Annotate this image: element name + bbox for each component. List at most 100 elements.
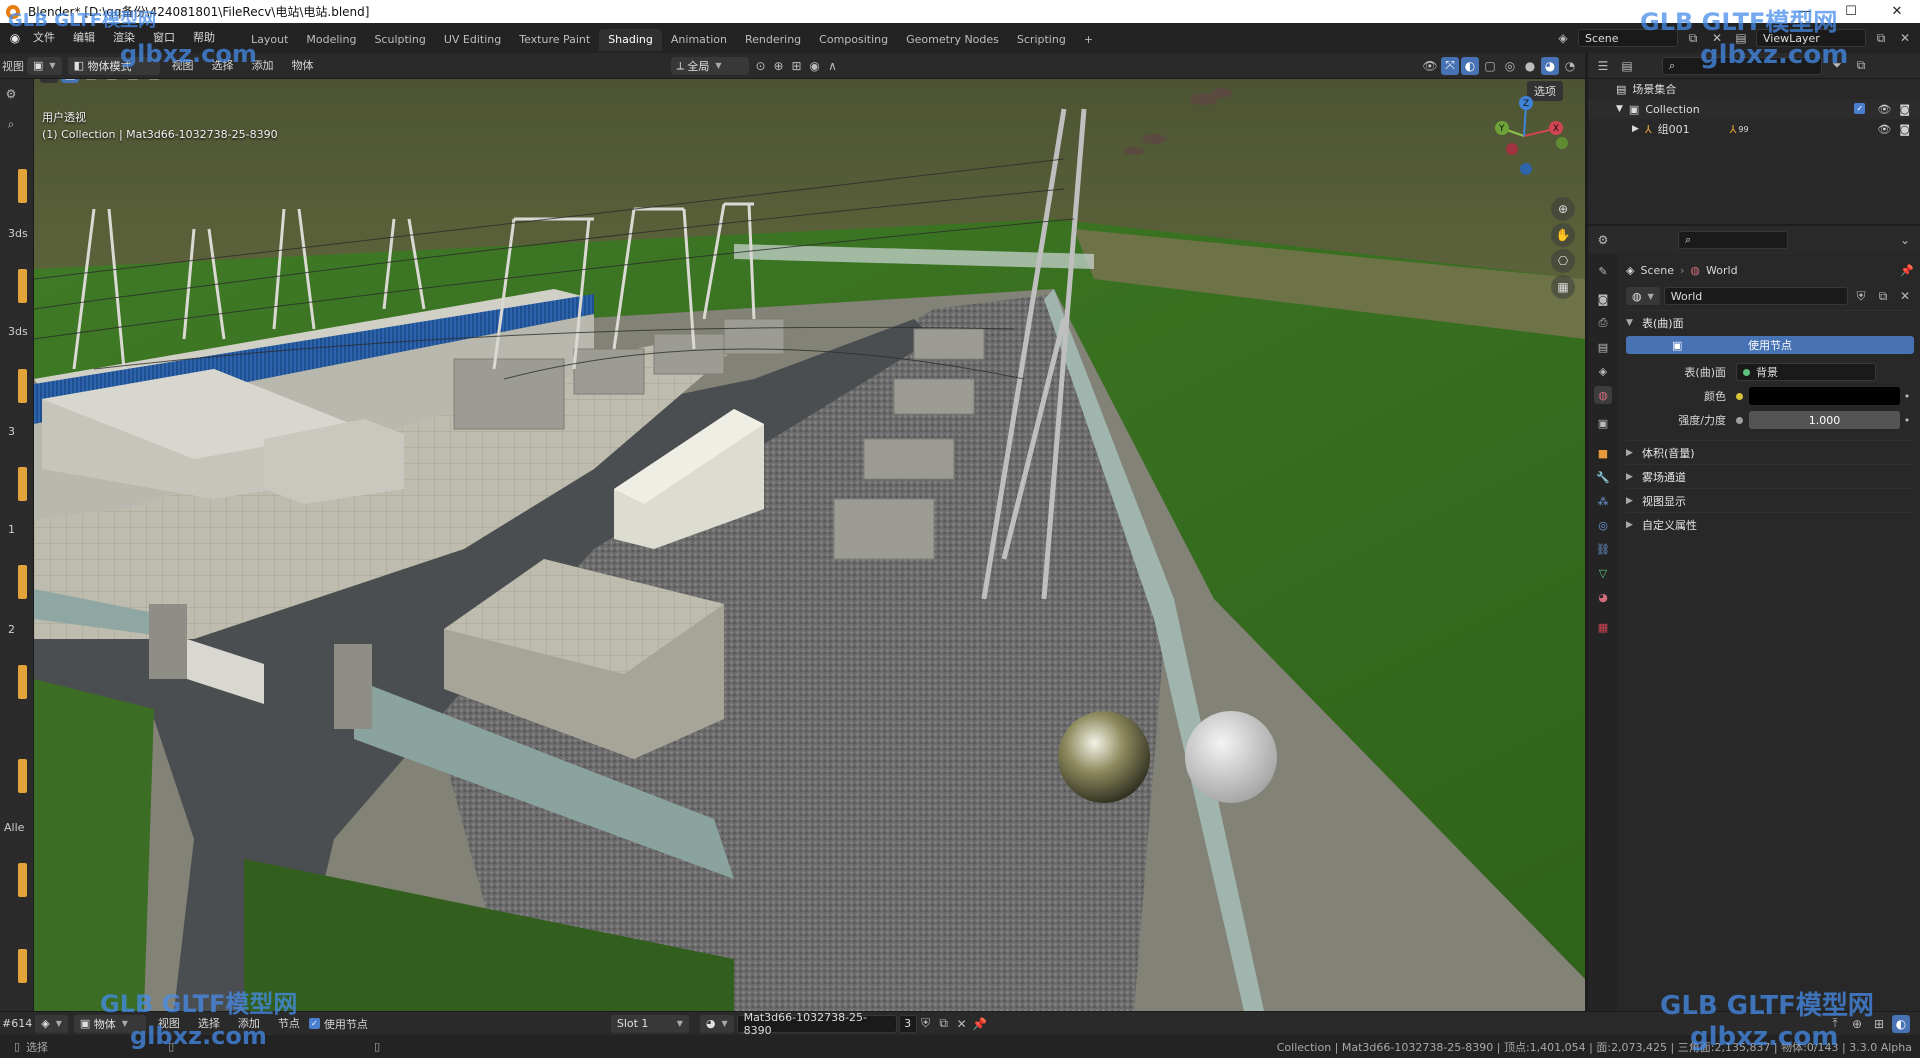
tab-sculpting[interactable]: Sculpting bbox=[365, 29, 434, 51]
rotate-tool[interactable] bbox=[18, 467, 27, 501]
camera-icon[interactable]: ⎔ bbox=[1551, 249, 1575, 273]
properties-search-input[interactable]: ⌕ bbox=[1678, 231, 1788, 249]
output-tab-icon[interactable]: ⎙ bbox=[1594, 314, 1612, 332]
tab-uv-editing[interactable]: UV Editing bbox=[435, 29, 510, 51]
duplicate-world-icon[interactable]: ⧉ bbox=[1874, 287, 1892, 305]
display-mode-icon[interactable]: ▤ bbox=[1618, 57, 1636, 75]
visibility-icon[interactable]: 👁 bbox=[1421, 57, 1439, 75]
material-pin-icon[interactable]: 📌 bbox=[971, 1015, 989, 1033]
surface-section-header[interactable]: ▼ 表(曲)面 bbox=[1626, 310, 1914, 334]
tab-modeling[interactable]: Modeling bbox=[297, 29, 365, 51]
zoom-icon[interactable]: ⊕ bbox=[1551, 197, 1575, 221]
shader-editor-type-dropdown[interactable]: ◈ ▼ bbox=[35, 1014, 68, 1033]
world-name-field[interactable]: World bbox=[1663, 287, 1848, 305]
texture-tab-icon[interactable]: ▦ bbox=[1594, 618, 1612, 636]
xray-icon[interactable]: ▢ bbox=[1481, 57, 1499, 75]
wireframe-shading-icon[interactable]: ◎ bbox=[1501, 57, 1519, 75]
delete-viewlayer-icon[interactable]: ✕ bbox=[1896, 29, 1914, 47]
tool-settings-icon[interactable]: ⚙ bbox=[2, 85, 20, 103]
physics-tab-icon[interactable]: ◎ bbox=[1594, 516, 1612, 534]
tweak-select-icon[interactable]: ▸ bbox=[40, 79, 58, 83]
constraints-tab-icon[interactable]: ⛓ bbox=[1594, 540, 1612, 558]
falloff-icon[interactable]: ∧ bbox=[824, 57, 842, 75]
material-unlink-icon[interactable]: ✕ bbox=[953, 1015, 971, 1033]
select-invert-icon[interactable]: ◩ bbox=[124, 79, 142, 83]
material-fake-user-icon[interactable]: ⛨ bbox=[917, 1015, 935, 1033]
select-box-tool[interactable] bbox=[18, 169, 27, 203]
select-intersect-icon[interactable]: ◪ bbox=[145, 79, 163, 83]
transform-orientation-dropdown[interactable]: ⟂ 全局 ▼ bbox=[670, 56, 749, 75]
search-tool-icon[interactable]: ⌕ bbox=[2, 115, 20, 133]
group-eye-icon[interactable]: 👁 bbox=[1877, 123, 1891, 136]
add-cube-tool[interactable] bbox=[18, 949, 27, 983]
material-name-field[interactable]: Mat3d66-1032738-25-8390 bbox=[736, 1011, 897, 1037]
transform-tool[interactable] bbox=[18, 665, 27, 699]
color-swatch[interactable] bbox=[1749, 387, 1900, 405]
editor-type-dropdown[interactable]: ▣ ▼ bbox=[27, 56, 62, 75]
volume-section-header[interactable]: ▶ 体积(音量) bbox=[1626, 440, 1914, 464]
ortho-grid-icon[interactable]: ▦ bbox=[1551, 275, 1575, 299]
material-users-count[interactable]: 3 bbox=[898, 1014, 917, 1033]
new-viewlayer-icon[interactable]: ⧉ bbox=[1872, 29, 1890, 47]
group-render-icon[interactable]: ◙ bbox=[1899, 123, 1910, 136]
rendered-shading-icon[interactable]: ◔ bbox=[1561, 57, 1579, 75]
tool-tab-icon[interactable]: ✎ bbox=[1594, 262, 1612, 280]
menu-object[interactable]: 物体 bbox=[283, 51, 323, 81]
tab-rendering[interactable]: Rendering bbox=[736, 29, 810, 51]
3d-viewport[interactable]: 用户透视 (1) Collection | Mat3d66-1032738-25… bbox=[34, 79, 1585, 1011]
overlay-toggle-icon[interactable]: ◐ bbox=[1461, 56, 1479, 75]
scale-tool[interactable] bbox=[18, 565, 27, 599]
use-nodes-button[interactable]: ▣ 使用节点 bbox=[1626, 336, 1914, 354]
eye-icon[interactable]: 👁 bbox=[1877, 103, 1891, 116]
gizmo-toggle-icon[interactable]: ⤧ bbox=[1441, 56, 1459, 75]
tab-geometry-nodes[interactable]: Geometry Nodes bbox=[897, 29, 1008, 51]
collapse-arrow-icon[interactable]: ▶ bbox=[1632, 124, 1639, 134]
world-tab-icon[interactable]: ◍ bbox=[1594, 386, 1612, 404]
strength-keyframe-icon[interactable]: • bbox=[1900, 414, 1914, 427]
use-nodes-checkbox[interactable]: ✓ bbox=[308, 1018, 320, 1029]
expand-arrow-icon[interactable]: ▼ bbox=[1616, 104, 1623, 114]
tab-compositing[interactable]: Compositing bbox=[810, 29, 897, 51]
cursor-tool[interactable] bbox=[18, 269, 27, 303]
proportional-edit-icon[interactable]: ◉ bbox=[806, 57, 824, 75]
fake-user-icon[interactable]: ⛨ bbox=[1852, 287, 1870, 305]
viewport-display-section-header[interactable]: ▶ 视图显示 bbox=[1626, 488, 1914, 512]
pivot-icon[interactable]: ⊙ bbox=[752, 57, 770, 75]
tab-scripting[interactable]: Scripting bbox=[1008, 29, 1075, 51]
particles-tab-icon[interactable]: ⁂ bbox=[1594, 492, 1612, 510]
material-tab-icon[interactable]: ◕ bbox=[1594, 588, 1612, 606]
new-collection-icon[interactable]: ⧉ bbox=[1852, 57, 1870, 75]
overlays-node-icon[interactable]: ◐ bbox=[1892, 1014, 1910, 1033]
properties-options-icon[interactable]: ⌄ bbox=[1896, 231, 1914, 249]
select-new-icon[interactable]: ▣ bbox=[61, 79, 79, 83]
data-tab-icon[interactable]: ▽ bbox=[1594, 564, 1612, 582]
move-tool[interactable] bbox=[18, 369, 27, 403]
modifier-tab-icon[interactable]: 🔧 bbox=[1594, 468, 1612, 486]
navigation-gizmo[interactable]: X Y Z bbox=[1474, 91, 1574, 181]
strength-slider[interactable]: 1.000 bbox=[1749, 411, 1900, 429]
outliner-collection-row[interactable]: ▼ ▣ Collection ✓ 👁 ◙ bbox=[1588, 99, 1920, 119]
measure-tool[interactable] bbox=[18, 863, 27, 897]
material-browse-dropdown[interactable]: ◕ ▼ bbox=[699, 1014, 734, 1033]
snap-target-icon[interactable]: ⊞ bbox=[788, 57, 806, 75]
object-tab-icon[interactable]: ■ bbox=[1594, 444, 1612, 462]
custom-properties-section-header[interactable]: ▶ 自定义属性 bbox=[1626, 512, 1914, 536]
add-workspace-button[interactable]: + bbox=[1075, 29, 1102, 51]
outliner-editor-icon[interactable]: ☰ bbox=[1594, 57, 1612, 75]
close-window-button[interactable]: ✕ bbox=[1874, 4, 1920, 19]
pin-icon[interactable]: 📌 bbox=[1900, 264, 1914, 277]
unlink-world-icon[interactable]: ✕ bbox=[1896, 287, 1914, 305]
color-keyframe-icon[interactable]: • bbox=[1900, 390, 1914, 403]
world-browse-dropdown[interactable]: ◍ ▼ bbox=[1626, 287, 1660, 305]
mist-section-header[interactable]: ▶ 雾场通道 bbox=[1626, 464, 1914, 488]
slot-dropdown[interactable]: Slot 1 ▼ bbox=[610, 1014, 689, 1033]
render-camera-icon[interactable]: ◙ bbox=[1899, 103, 1910, 116]
pan-hand-icon[interactable]: ✋ bbox=[1551, 223, 1575, 247]
tab-animation[interactable]: Animation bbox=[662, 29, 736, 51]
tab-shading[interactable]: Shading bbox=[599, 29, 662, 51]
collection-checkbox[interactable]: ✓ bbox=[1854, 102, 1866, 114]
surface-shader-field[interactable]: 背景 bbox=[1736, 363, 1876, 381]
material-shading-icon[interactable]: ◕ bbox=[1541, 56, 1559, 75]
solid-shading-icon[interactable]: ● bbox=[1521, 57, 1539, 75]
snap-icon[interactable]: ⊕ bbox=[770, 57, 788, 75]
